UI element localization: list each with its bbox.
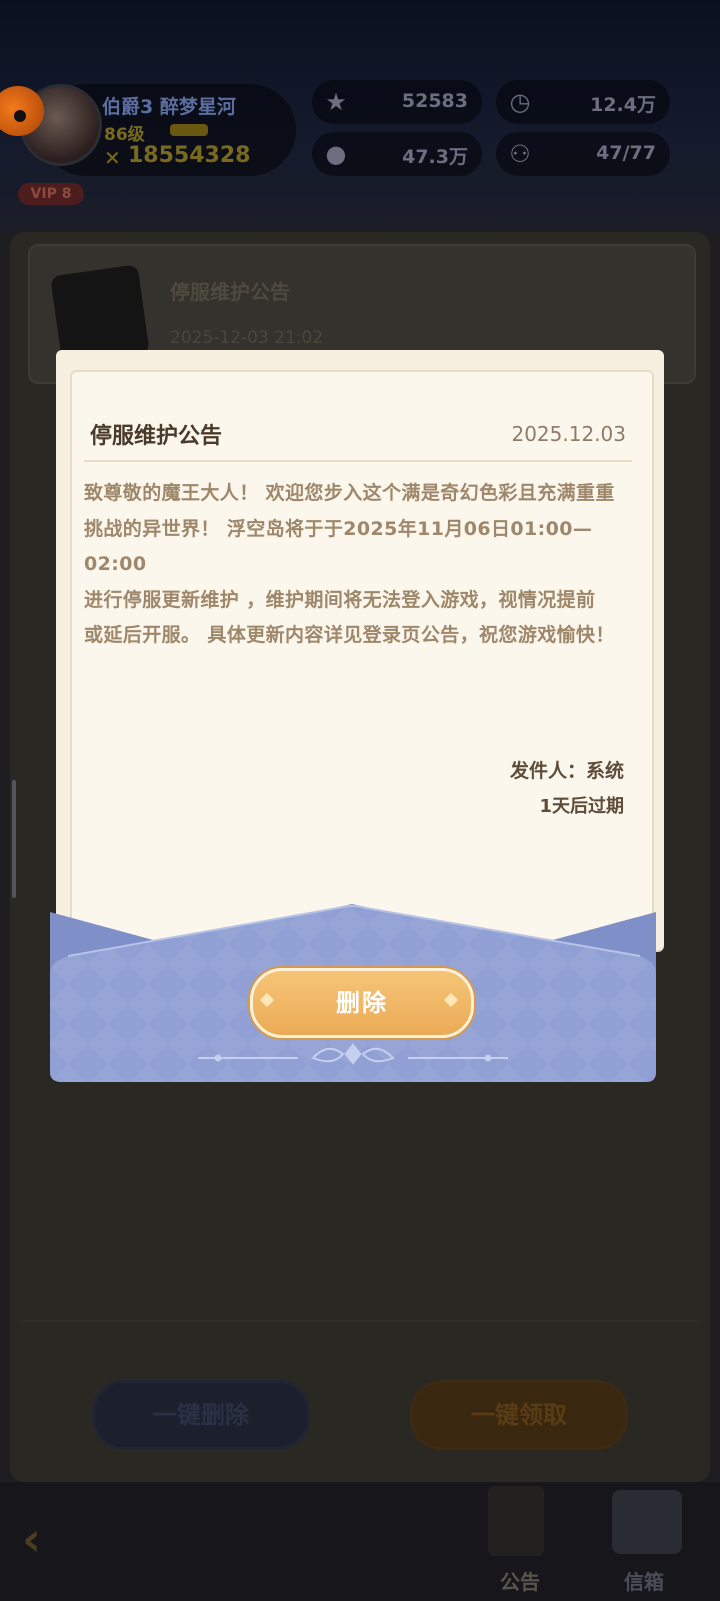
coin-icon: ● bbox=[325, 140, 347, 168]
modal-title: 停服维护公告 bbox=[90, 424, 223, 449]
resource-time[interactable]: ◷ 12.4万 bbox=[496, 80, 670, 124]
body-line: 致尊敬的魔王大人！ 欢迎您步入这个满是奇幻色彩且充满重重 bbox=[84, 482, 615, 504]
scroll-icon[interactable] bbox=[488, 1486, 544, 1556]
resource-friends[interactable]: ⚇ 47/77 bbox=[496, 132, 670, 176]
scrollbar[interactable] bbox=[12, 780, 16, 898]
level-progress-bar bbox=[170, 124, 208, 136]
mail-item-date: 2025-12-03 21:02 bbox=[170, 328, 324, 348]
resource-value: 47.3万 bbox=[402, 146, 468, 168]
modal-date: 2025.12.03 bbox=[511, 422, 626, 446]
player-level: 86级 bbox=[104, 125, 145, 145]
friends-icon: ⚇ bbox=[509, 140, 531, 168]
expiry-label: 1天后过期 bbox=[539, 796, 624, 817]
clock-icon: ◷ bbox=[509, 88, 531, 116]
delete-button[interactable]: 删除 bbox=[250, 968, 474, 1038]
resource-value: 52583 bbox=[401, 90, 468, 112]
crossed-swords-icon: ✕ bbox=[104, 146, 121, 170]
tab-notice[interactable]: 公告 bbox=[500, 1566, 540, 1595]
resource-coins[interactable]: ● 47.3万 bbox=[312, 132, 482, 176]
mailbox-icon[interactable] bbox=[612, 1490, 682, 1554]
letter-content-frame bbox=[70, 370, 654, 984]
body-line: 进行停服更新维护 ，维护期间将无法登入游戏，视情况提前 bbox=[84, 588, 596, 611]
divider bbox=[22, 1320, 698, 1322]
tab-mailbox[interactable]: 信箱 bbox=[624, 1566, 664, 1595]
body-line: 或延后开服。 具体更新内容详见登录页公告，祝您游戏愉快！ bbox=[84, 624, 615, 646]
resource-stars[interactable]: ★ 52583 bbox=[312, 80, 482, 124]
resource-value: 47/77 bbox=[596, 142, 656, 164]
delete-all-button[interactable]: 一键删除 bbox=[92, 1380, 310, 1450]
star-icon: ★ bbox=[325, 88, 347, 116]
player-name: 伯爵3 醉梦星河 bbox=[102, 96, 236, 118]
body-line: 挑战的异世界！ 浮空岛将于于2025年11月06日01:00—02:00 bbox=[84, 517, 593, 576]
player-power: 18554328 bbox=[128, 143, 251, 168]
pet-eye-icon bbox=[14, 110, 26, 122]
resource-value: 12.4万 bbox=[590, 94, 656, 116]
mail-item-title: 停服维护公告 bbox=[170, 280, 290, 304]
claim-all-button[interactable]: 一键领取 bbox=[410, 1380, 628, 1450]
sender-label: 发件人：系统 bbox=[509, 760, 624, 782]
letter-body: 致尊敬的魔王大人！ 欢迎您步入这个满是奇幻色彩且充满重重 挑战的异世界！ 浮空岛… bbox=[84, 476, 636, 654]
vip-badge[interactable]: VIP 8 bbox=[18, 183, 84, 205]
back-arrow-icon[interactable]: ‹ bbox=[22, 1512, 41, 1566]
title-divider bbox=[84, 460, 632, 462]
